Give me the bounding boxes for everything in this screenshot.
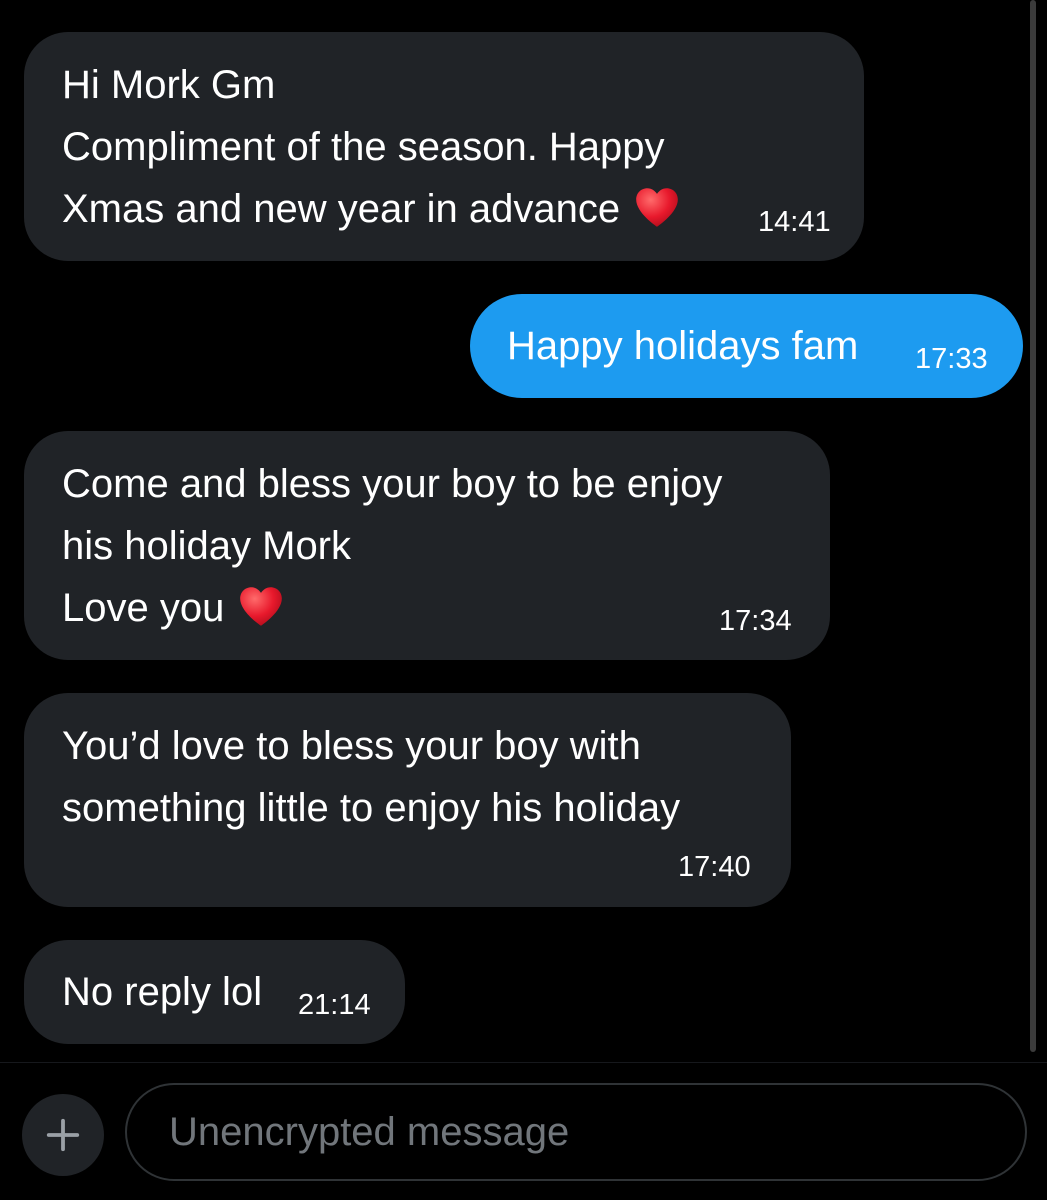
- message-text-line: something little to enjoy his holiday: [62, 786, 681, 830]
- message-bubble-incoming[interactable]: You’d love to bless your boy with someth…: [24, 693, 791, 907]
- message-bubble-outgoing[interactable]: Happy holidays fam 17:33: [470, 294, 1023, 398]
- message-bubble-incoming[interactable]: Hi Mork Gm Compliment of the season. Hap…: [24, 32, 864, 261]
- message-composer: [0, 1062, 1047, 1200]
- plus-icon: [46, 1118, 80, 1152]
- message-text-line: Hi Mork Gm: [62, 63, 276, 107]
- red-heart-icon: [240, 587, 283, 627]
- add-media-button[interactable]: [22, 1094, 104, 1176]
- message-timestamp: 21:14: [298, 989, 371, 1021]
- message-list[interactable]: Hi Mork Gm Compliment of the season. Hap…: [0, 0, 1047, 1062]
- dm-conversation-screen: Hi Mork Gm Compliment of the season. Hap…: [0, 0, 1047, 1200]
- message-bubble-incoming[interactable]: No reply lol 21:14: [24, 940, 405, 1044]
- message-text-line: You’d love to bless your boy with: [62, 724, 641, 768]
- message-text-line: Love you: [62, 577, 830, 639]
- message-text-line: Come and bless your boy to be enjoy: [62, 462, 723, 506]
- message-bubble-incoming[interactable]: Come and bless your boy to be enjoy his …: [24, 431, 830, 660]
- scrollbar[interactable]: [1030, 0, 1036, 1052]
- message-timestamp: 17:33: [915, 343, 988, 375]
- message-text-line: his holiday Mork: [62, 524, 352, 568]
- message-input[interactable]: [125, 1083, 1027, 1181]
- message-timestamp: 17:34: [719, 605, 792, 637]
- message-text-line: Compliment of the season. Happy: [62, 125, 665, 169]
- message-timestamp: 14:41: [758, 206, 831, 238]
- message-timestamp: 17:40: [678, 851, 751, 883]
- red-heart-icon: [636, 188, 678, 228]
- message-text-line: Xmas and new year in advance: [62, 178, 864, 240]
